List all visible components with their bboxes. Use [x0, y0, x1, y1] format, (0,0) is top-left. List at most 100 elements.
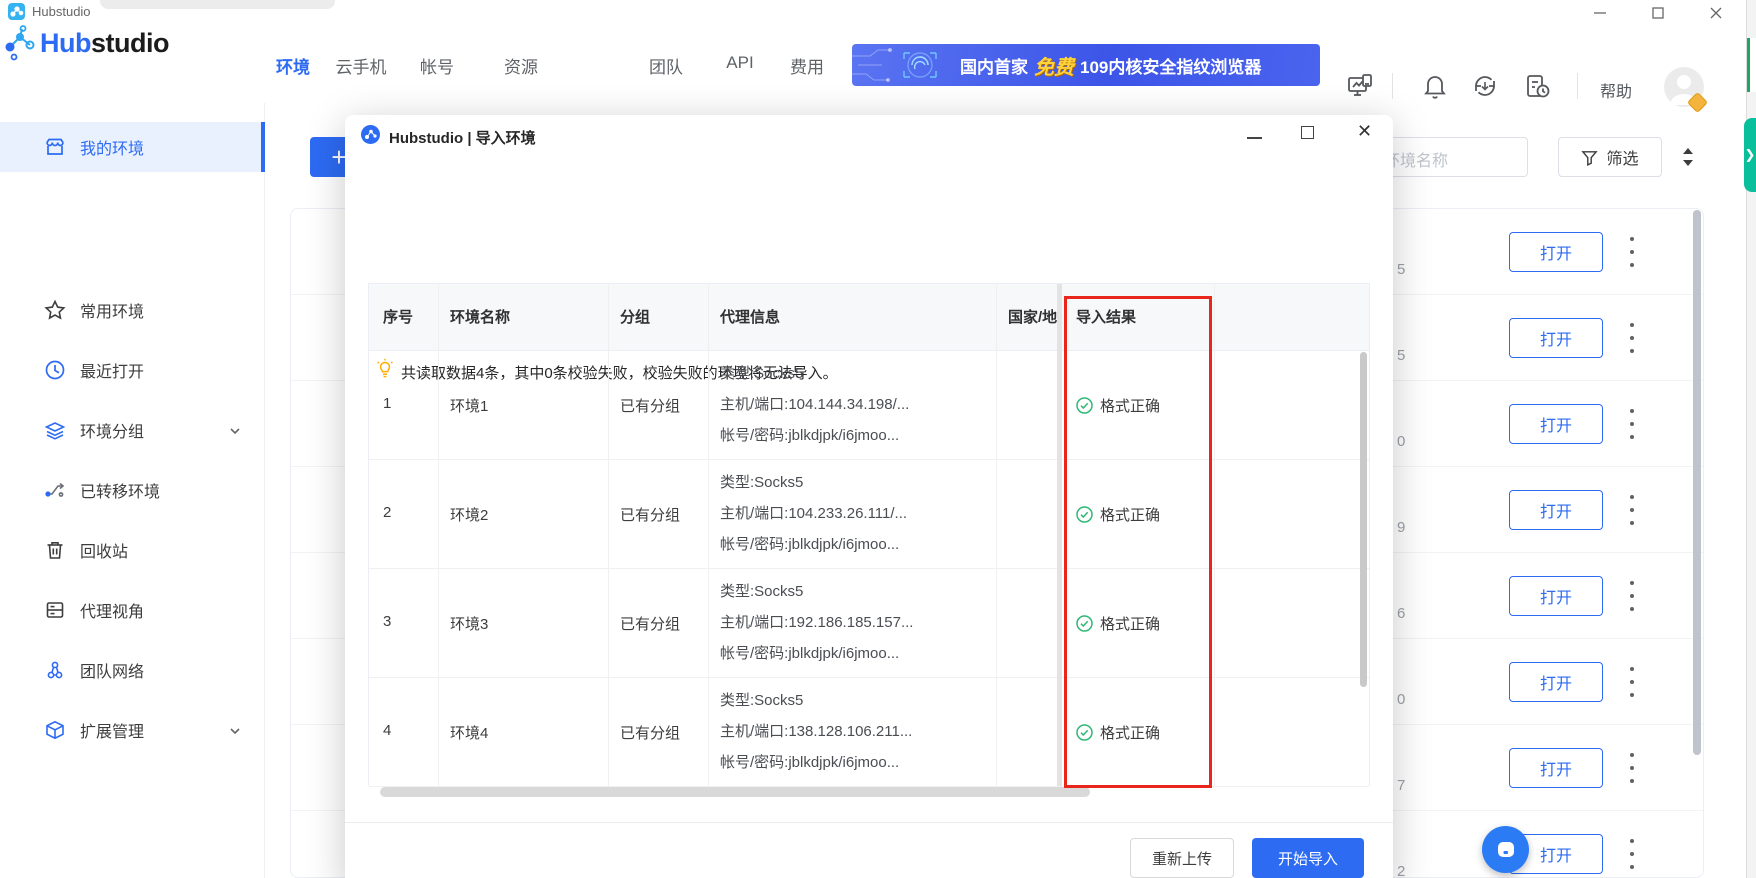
fixed-column-shadow	[1057, 284, 1062, 786]
open-button[interactable]: 打开	[1509, 232, 1603, 272]
sidebar-item-frequent[interactable]: 常用环境	[0, 285, 261, 335]
sync-download-icon[interactable]	[1471, 72, 1499, 100]
column-divider	[996, 284, 997, 787]
window-maximize-icon[interactable]	[1651, 6, 1665, 20]
nav-team[interactable]: 团队	[649, 53, 683, 78]
start-import-button[interactable]: 开始导入	[1252, 838, 1364, 878]
app-logo-icon	[8, 3, 25, 20]
nav-environment[interactable]: 环境	[276, 53, 310, 78]
layers-icon	[44, 419, 66, 441]
open-button[interactable]: 打开	[1509, 576, 1603, 616]
window-close-icon[interactable]	[1709, 6, 1723, 20]
customer-service-fab[interactable]	[1482, 826, 1529, 873]
monitor-stats-icon[interactable]	[1346, 72, 1374, 100]
sidebar-item-team-network[interactable]: 团队网络	[0, 645, 261, 695]
sidebar-item-proxy-view[interactable]: 代理视角	[0, 585, 261, 635]
sort-toggle-icon[interactable]	[1681, 146, 1695, 168]
more-actions-icon[interactable]	[1629, 581, 1635, 611]
more-actions-icon[interactable]	[1629, 409, 1635, 439]
notification-bell-icon[interactable]	[1421, 72, 1449, 100]
sidebar: 我的环境 常用环境 最近打开 环境分组 已转移环境 回收站 代理视角	[0, 103, 265, 878]
sidebar-label: 已转移环境	[80, 478, 160, 502]
sidebar-label: 环境分组	[80, 418, 144, 442]
cell-index: 1	[383, 395, 391, 412]
banner-text-prefix: 国内首家	[960, 53, 1028, 78]
annotation-highlight-rectangle	[1064, 296, 1212, 788]
dialog-minimize-icon[interactable]	[1247, 137, 1262, 139]
vertical-scrollbar[interactable]	[1693, 210, 1701, 755]
cell-index: 2	[383, 504, 391, 521]
promo-banner[interactable]: 国内首家 免费 109内核安全指纹浏览器	[852, 44, 1320, 86]
logo-text-studio: studio	[91, 28, 169, 58]
sidebar-item-my-environments[interactable]: 我的环境	[0, 122, 261, 172]
row-text-fragment: 0	[1397, 691, 1405, 708]
cell-group: 已有分组	[620, 395, 680, 416]
nav-cloud-phone[interactable]: 云手机	[336, 53, 387, 78]
cell-proxy: 类型:Socks5 主机/端口:192.186.185.157... 帐号/密码…	[720, 576, 913, 669]
open-button[interactable]: 打开	[1509, 748, 1603, 788]
dialog-close-icon[interactable]: ✕	[1357, 121, 1372, 142]
row-text-fragment: 9	[1397, 519, 1405, 536]
sidebar-item-groups[interactable]: 环境分组	[0, 405, 261, 455]
open-button[interactable]: 打开	[1509, 404, 1603, 444]
help-link[interactable]: 帮助	[1600, 78, 1632, 102]
sidebar-label: 代理视角	[80, 598, 144, 622]
filter-button[interactable]: 筛选	[1558, 137, 1662, 177]
column-divider	[708, 284, 709, 787]
document-list-icon	[44, 599, 66, 621]
table-horizontal-scrollbar[interactable]	[380, 787, 1090, 797]
import-row-4: 4 环境4 已有分组 类型:Socks5 主机/端口:138.128.106.2…	[369, 678, 1369, 787]
open-button[interactable]: 打开	[1509, 662, 1603, 702]
header-divider-2	[1577, 73, 1578, 99]
more-actions-icon[interactable]	[1629, 495, 1635, 525]
more-actions-icon[interactable]	[1629, 753, 1635, 783]
col-country: 国家/地区	[1008, 306, 1057, 327]
sidebar-item-extension-management[interactable]: 扩展管理	[0, 705, 261, 755]
col-name: 环境名称	[450, 306, 510, 327]
star-icon	[44, 299, 66, 321]
window-minimize-icon[interactable]	[1593, 6, 1607, 20]
import-preview-table: 序号 环境名称 分组 代理信息 国家/地区 导入结果 1 环境1 已有分组 类型…	[368, 283, 1370, 786]
logo-text-hub: Hub	[40, 28, 91, 58]
cell-group: 已有分组	[620, 722, 680, 743]
dialog-logo-icon	[361, 125, 380, 144]
nav-account[interactable]: 帐号	[420, 53, 454, 78]
sidebar-item-recent[interactable]: 最近打开	[0, 345, 261, 395]
sidebar-item-recycle-bin[interactable]: 回收站	[0, 525, 261, 575]
more-actions-icon[interactable]	[1629, 323, 1635, 353]
active-indicator	[261, 122, 265, 172]
chevron-down-icon	[228, 724, 242, 738]
os-window-title: Hubstudio	[32, 4, 91, 19]
header-divider	[1392, 73, 1393, 99]
sidebar-label: 常用环境	[80, 298, 144, 322]
import-row-1: 1 环境1 已有分组 类型:Socks5 主机/端口:104.144.34.19…	[369, 351, 1369, 460]
table-vertical-scrollbar[interactable]	[1360, 352, 1367, 687]
row-text-fragment: 5	[1397, 347, 1405, 364]
open-button[interactable]: 打开	[1509, 318, 1603, 358]
dialog-title: Hubstudio | 导入环境	[389, 127, 536, 148]
nav-resources[interactable]: 资源	[504, 53, 538, 78]
col-proxy: 代理信息	[720, 306, 780, 327]
sidebar-label: 团队网络	[80, 658, 144, 682]
banner-fingerprint-icon	[852, 44, 960, 86]
app-window: Hubstudio Hubstudio 环境 云手机 帐号 资源 团队 API …	[0, 0, 1756, 878]
file-history-icon[interactable]	[1523, 72, 1551, 100]
cell-proxy: 类型:Socks5 主机/端口:104.233.26.111/... 帐号/密码…	[720, 467, 907, 560]
open-button[interactable]: 打开	[1509, 490, 1603, 530]
sidebar-item-transferred[interactable]: 已转移环境	[0, 465, 261, 515]
more-actions-icon[interactable]	[1629, 667, 1635, 697]
side-panel-tab[interactable]: ❯	[1744, 118, 1756, 192]
reupload-button[interactable]: 重新上传	[1130, 838, 1234, 878]
footer-divider	[345, 822, 1393, 823]
more-actions-icon[interactable]	[1629, 839, 1635, 869]
nav-api[interactable]: API	[726, 53, 753, 73]
sidebar-label: 回收站	[80, 538, 128, 562]
col-group: 分组	[620, 306, 650, 327]
filter-label: 筛选	[1606, 145, 1638, 169]
more-actions-icon[interactable]	[1629, 237, 1635, 267]
nav-billing[interactable]: 费用	[790, 53, 824, 78]
cell-proxy: 类型:Socks5 主机/端口:104.144.34.198/... 帐号/密码…	[720, 358, 909, 451]
cell-name: 环境2	[450, 504, 488, 525]
dialog-maximize-icon[interactable]	[1301, 126, 1314, 139]
app-header: Hubstudio 环境 云手机 帐号 资源 团队 API 费用 国内首家 免费	[0, 25, 1746, 103]
